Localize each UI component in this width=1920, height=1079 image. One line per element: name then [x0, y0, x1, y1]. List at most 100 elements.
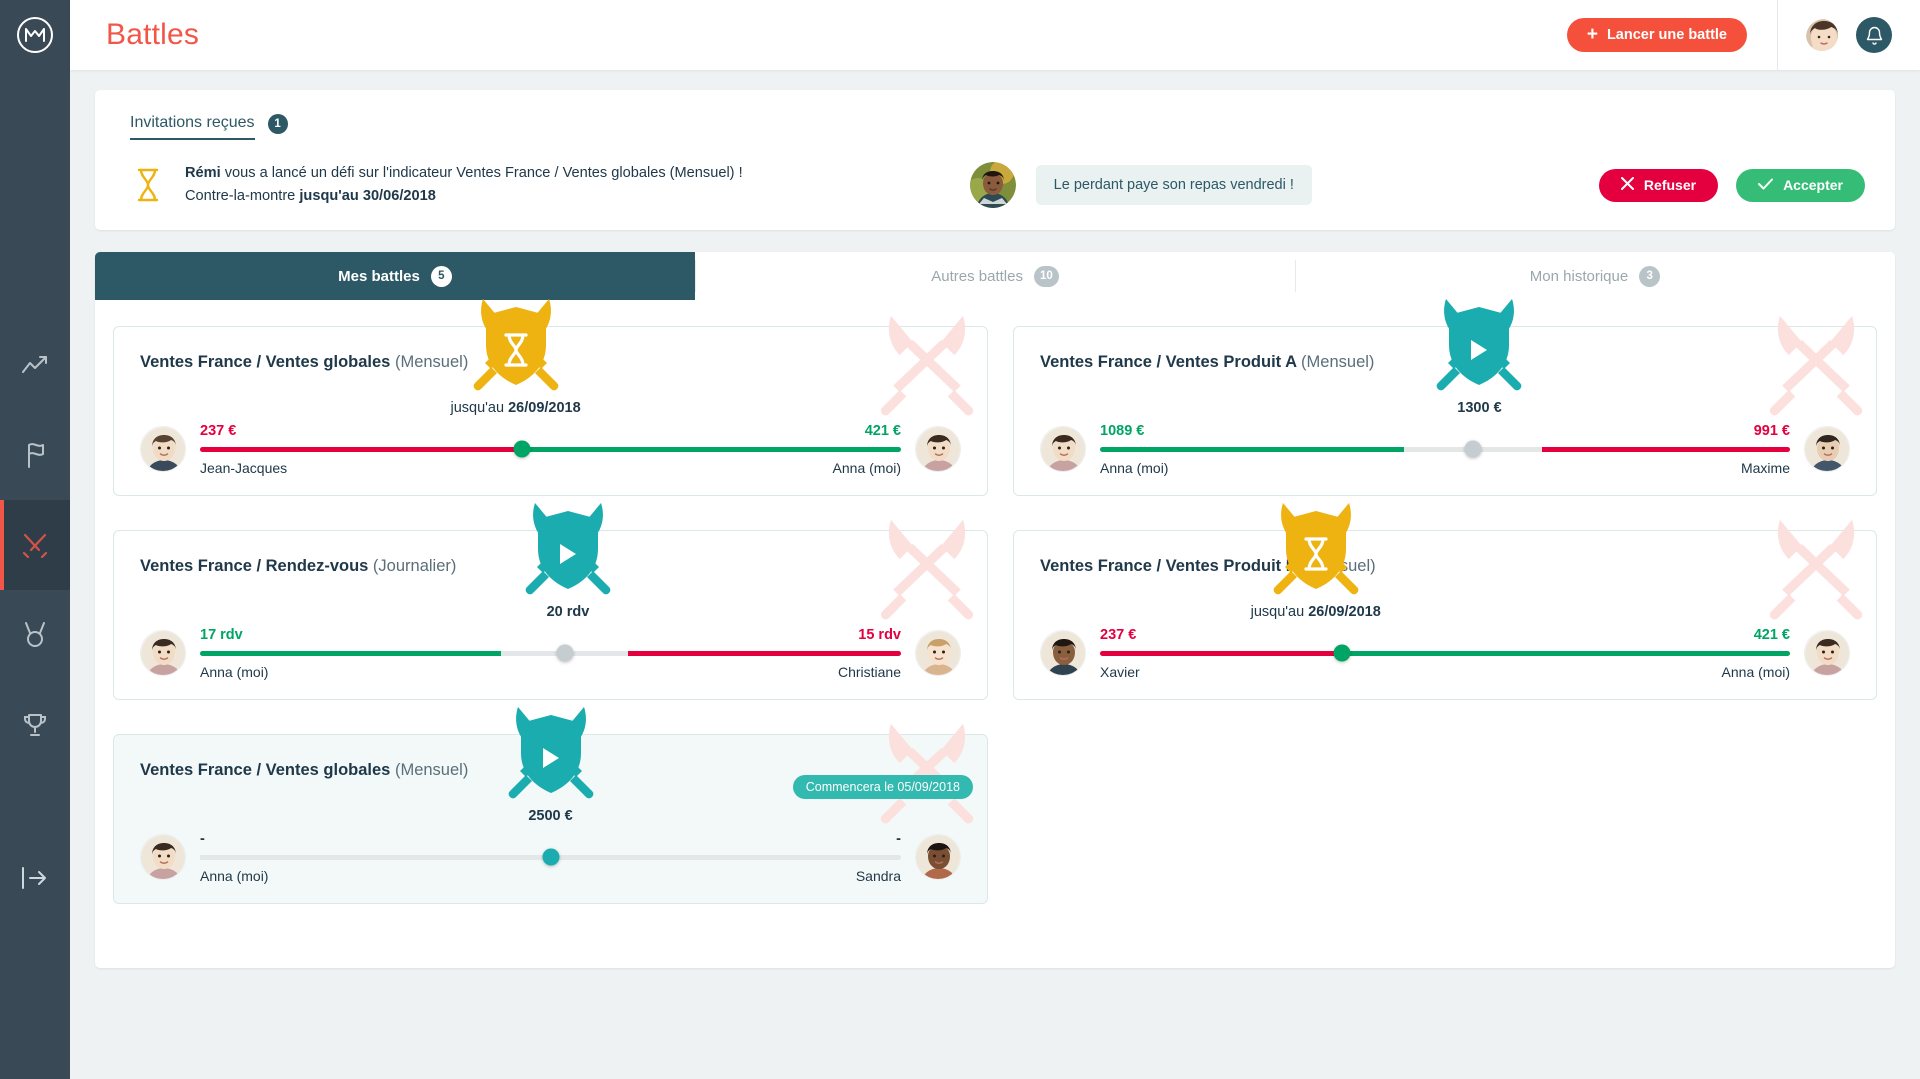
left-participant-name: Anna (moi): [200, 663, 269, 680]
right-value: -: [896, 830, 901, 847]
avatar-anna: [915, 426, 961, 472]
badge-caption-prefix: jusqu'au: [1250, 604, 1309, 620]
accept-button[interactable]: Accepter: [1736, 168, 1865, 202]
battle-card-slot: Ventes France / Ventes globales (Mensuel…: [113, 299, 995, 530]
battle-status-badge: 2500 €: [496, 705, 606, 824]
avatar[interactable]: [1804, 17, 1840, 53]
left-participant: [140, 834, 186, 880]
progress-bar[interactable]: 237 € 421 € Jean-Jacques Anna (moi): [200, 423, 901, 476]
left-value: 17 rdv: [200, 626, 243, 643]
sidebar-item-badges[interactable]: [0, 590, 70, 680]
badge-caption-date: 26/09/2018: [1308, 604, 1381, 620]
battle-indicator: Ventes France / Rendez-vous: [140, 557, 369, 575]
battle-status-badge: jusqu'au 26/09/2018: [451, 297, 581, 416]
badge-caption: 2500 €: [528, 808, 572, 824]
battle-indicator: Ventes France / Ventes globales: [140, 353, 391, 371]
bar-segment: [1100, 446, 1404, 452]
crossed-swords-icon: [22, 533, 48, 558]
start-badge: Commencera le 05/09/2018: [792, 775, 973, 799]
sidebar-nav: [0, 320, 70, 770]
tab-autres-battles[interactable]: Autres battles 10: [695, 252, 1295, 300]
avatar-xavier: [1040, 630, 1086, 676]
invitation-message-group: Le perdant paye son repas vendredi !: [969, 162, 1312, 208]
invitations-header: Invitations reçues 1: [95, 108, 1895, 140]
battle-indicator: Ventes France / Ventes globales: [140, 761, 391, 779]
battles-list: Ventes France / Ventes globales (Mensuel…: [95, 299, 1895, 968]
right-participant: [915, 834, 961, 880]
left-participant: [140, 426, 186, 472]
notifications-button[interactable]: [1856, 17, 1892, 53]
progress-bar[interactable]: 1089 € 991 € Anna (moi) Maxime: [1100, 423, 1790, 476]
right-value: 421 €: [1753, 626, 1790, 643]
play-icon: [496, 705, 606, 806]
check-icon: [1758, 177, 1774, 193]
battle-card[interactable]: Ventes France / Ventes globales (Mensuel…: [113, 299, 988, 496]
tab-count: 3: [1639, 265, 1661, 287]
header: Battles + Lancer une battle: [70, 0, 1920, 70]
left-value: 1089 €: [1100, 422, 1145, 439]
progress-bar-track: [200, 446, 901, 452]
hourglass-icon: [461, 297, 571, 398]
badge-center-value: 1300 €: [1457, 400, 1502, 416]
avatar-sandra: [915, 834, 961, 880]
invitation-line-2: Contre-la-montre jusqu'au 30/06/2018: [185, 185, 743, 208]
right-participant: [1804, 426, 1850, 472]
badge-caption-prefix: jusqu'au: [450, 400, 509, 416]
battle-card[interactable]: Ventes France / Ventes globales (Mensuel…: [113, 707, 988, 904]
sidebar-item-stats[interactable]: [0, 320, 70, 410]
battle-score-slider: 1089 € 991 € Anna (moi) Maxime: [1040, 423, 1850, 476]
progress-bar[interactable]: - - Anna (moi) Sandra: [200, 831, 901, 884]
tab-count: 10: [1033, 265, 1059, 287]
sidebar-item-challenges[interactable]: [0, 410, 70, 500]
left-participant-name: Anna (moi): [200, 867, 269, 884]
target-knob[interactable]: [542, 848, 559, 866]
progress-bar[interactable]: 237 € 421 € Xavier Anna (moi): [1100, 627, 1790, 680]
tab-label: Mes battles: [338, 267, 420, 285]
sidebar-item-logout[interactable]: [0, 867, 70, 889]
sidebar-item-ranking[interactable]: [0, 680, 70, 770]
target-knob[interactable]: [556, 644, 574, 662]
avatar-anna: [1804, 630, 1850, 676]
battle-card-slot: Ventes France / Ventes Produit B (Mensue…: [995, 503, 1877, 734]
tab-mes-battles[interactable]: Mes battles 5: [95, 252, 695, 300]
hourglass-icon: [125, 168, 171, 202]
logout-icon: [22, 867, 46, 889]
avatar-christiane: [915, 630, 961, 676]
right-participant-name: Anna (moi): [832, 459, 901, 476]
battle-indicator: Ventes France / Ventes Produit B: [1040, 557, 1298, 575]
badge-caption: 1300 €: [1457, 400, 1501, 416]
battle-score-slider: 237 € 421 € Jean-Jacques Anna (moi): [140, 423, 961, 476]
right-value: 15 rdv: [858, 626, 901, 643]
trending-up-icon: [22, 356, 47, 373]
sidebar-item-battles[interactable]: [0, 500, 70, 590]
progress-bar[interactable]: 17 rdv 15 rdv Anna (moi) Christiane: [200, 627, 901, 680]
bar-segment: [200, 650, 502, 656]
left-participant-name: Xavier: [1100, 663, 1140, 680]
app-logo[interactable]: [0, 0, 70, 70]
launch-battle-button[interactable]: + Lancer une battle: [1566, 18, 1747, 52]
play-icon: [513, 501, 623, 602]
target-knob[interactable]: [1464, 440, 1482, 458]
bar-segment: [1341, 650, 1790, 656]
tab-mon-historique[interactable]: Mon historique 3: [1295, 252, 1895, 300]
medal-icon: [25, 622, 45, 647]
trophy-icon: [24, 714, 46, 736]
target-knob[interactable]: [1333, 644, 1350, 662]
left-value: 237 €: [200, 422, 237, 439]
badge-caption: jusqu'au 26/09/2018: [451, 400, 581, 416]
invitation-deadline: jusqu'au 30/06/2018: [299, 188, 436, 204]
invitations-title: Invitations reçues: [130, 114, 255, 140]
badge-caption: jusqu'au 26/09/2018: [1251, 604, 1381, 620]
bell-icon: [1866, 26, 1882, 45]
target-knob[interactable]: [513, 440, 531, 458]
battle-card-slot: Ventes France / Ventes globales (Mensuel…: [113, 707, 995, 938]
battle-card[interactable]: Ventes France / Ventes Produit A (Mensue…: [1013, 299, 1877, 496]
avatar-anna: [140, 834, 186, 880]
right-participant-name: Christiane: [837, 663, 901, 680]
battle-card-slot: Ventes France / Rendez-vous (Journalier)…: [113, 503, 995, 734]
left-value: -: [200, 830, 205, 847]
battle-card[interactable]: Ventes France / Rendez-vous (Journalier)…: [113, 503, 988, 700]
battle-card[interactable]: Ventes France / Ventes Produit B (Mensue…: [1013, 503, 1877, 700]
refuse-button[interactable]: Refuser: [1598, 168, 1719, 202]
avatar-anna: [140, 630, 186, 676]
